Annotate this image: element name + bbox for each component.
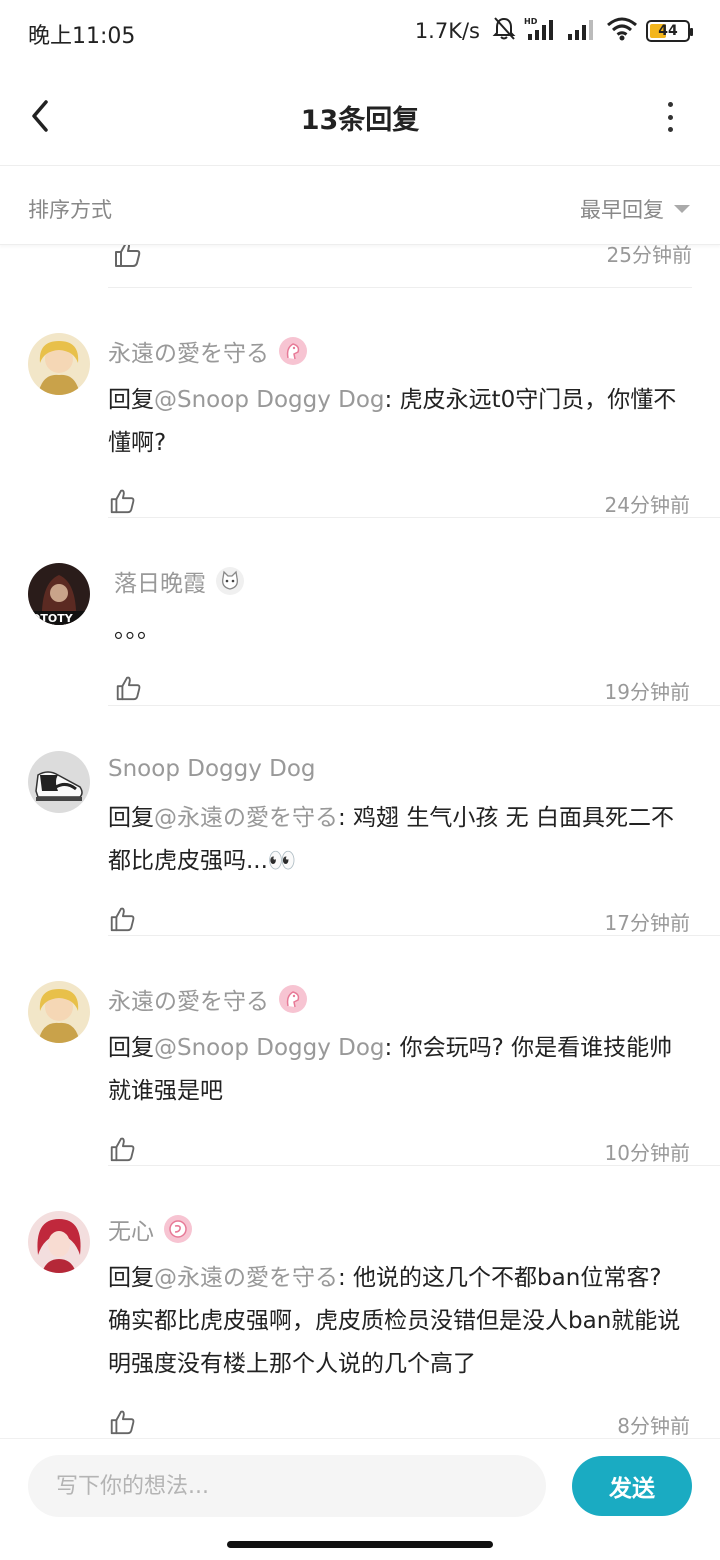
sort-selected-value: 最早回复 xyxy=(580,198,664,222)
more-vertical-icon xyxy=(667,102,673,107)
wifi-icon xyxy=(606,16,638,46)
avatar[interactable] xyxy=(28,333,90,395)
divider xyxy=(108,935,720,936)
mention-link[interactable]: @Snoop Doggy Dog xyxy=(154,1035,385,1061)
thumbs-up-icon[interactable] xyxy=(108,487,136,519)
reply-list[interactable]: 25分钟前 永遠の愛を守る 回复@Snoop Doggy Dog: 虎皮永远t0… xyxy=(0,245,720,1438)
status-icons: 1.7K/s HD 44 xyxy=(414,16,693,46)
hd-signal-icon: HD xyxy=(524,16,558,46)
comment-text: 回复@永遠の愛を守る: 他说的这几个不都ban位常客? 确实都比虎皮强啊，虎皮质… xyxy=(108,1265,681,1377)
sort-label: 排序方式 xyxy=(28,198,112,222)
more-vertical-icon-dot xyxy=(667,114,673,120)
list-item-partial: 25分钟前 xyxy=(108,245,692,288)
svg-text:HD: HD xyxy=(524,17,538,26)
reply-time: 24分钟前 xyxy=(604,493,690,517)
signal-icon xyxy=(566,16,598,46)
comment-text: 回复@Snoop Doggy Dog: 你会玩吗? 你是看谁技能帅就谁强是吧 xyxy=(108,1035,673,1104)
caret-down-icon xyxy=(674,205,690,213)
svg-text:OTOTY: OTOTY xyxy=(31,612,74,625)
reply-time: 10分钟前 xyxy=(604,1141,690,1165)
commenter-name[interactable]: 落日晚霞 xyxy=(114,564,206,598)
network-speed: 1.7K/s xyxy=(414,19,480,43)
avatar[interactable] xyxy=(28,1211,90,1273)
pink-pony-badge-icon xyxy=(279,985,307,1013)
commenter-name[interactable]: 永遠の愛を守る xyxy=(108,334,269,368)
battery-level: 44 xyxy=(658,23,678,39)
home-indicator[interactable] xyxy=(227,1541,493,1548)
reply-time: 25分钟前 xyxy=(606,245,692,267)
mention-link[interactable]: @永遠の愛を守る xyxy=(154,805,338,831)
app-header: 13条回复 xyxy=(0,66,720,166)
more-vertical-icon-dot xyxy=(667,127,673,132)
commenter-name[interactable]: Snoop Doggy Dog xyxy=(108,756,316,782)
status-time: 晚上11:05 xyxy=(28,24,136,49)
sort-bar: 排序方式 最早回复 xyxy=(0,167,720,245)
send-button[interactable]: 发送 xyxy=(572,1456,692,1516)
reply-time: 8分钟前 xyxy=(617,1414,690,1438)
thumbs-up-icon[interactable] xyxy=(108,1135,136,1167)
mention-link[interactable]: @Snoop Doggy Dog xyxy=(154,387,385,413)
thumbs-up-icon[interactable] xyxy=(112,245,142,273)
thumbs-up-icon[interactable] xyxy=(114,674,142,706)
divider xyxy=(108,517,720,518)
comment-text: 回复@Snoop Doggy Dog: 虎皮永远t0守门员，你懂不懂啊? xyxy=(108,387,677,456)
battery-icon: 44 xyxy=(646,20,693,42)
cat-badge-icon xyxy=(216,567,244,595)
avatar[interactable] xyxy=(28,751,90,813)
divider xyxy=(108,1165,720,1166)
mute-bell-icon xyxy=(492,16,516,46)
commenter-name[interactable]: 无心 xyxy=(108,1212,154,1246)
commenter-name[interactable]: 永遠の愛を守る xyxy=(108,982,269,1016)
avatar[interactable] xyxy=(28,981,90,1043)
mention-link[interactable]: @永遠の愛を守る xyxy=(154,1265,338,1291)
page-title: 13条回复 xyxy=(300,105,420,136)
pink-swirl-badge-icon xyxy=(164,1215,192,1243)
reply-time: 19分钟前 xyxy=(604,680,690,704)
comment-text: 回复@永遠の愛を守る: 鸡翅 生气小孩 无 白面具死二不都比虎皮强吗...👀 xyxy=(108,805,674,874)
status-bar: 晚上11:05 1.7K/s HD 44 xyxy=(0,0,720,66)
reply-time: 17分钟前 xyxy=(604,911,690,935)
thumbs-up-icon[interactable] xyxy=(108,1408,136,1438)
more-options-button[interactable] xyxy=(660,102,680,132)
avatar[interactable]: OTOTY xyxy=(28,563,90,625)
pink-pony-badge-icon xyxy=(279,337,307,365)
divider xyxy=(108,705,720,706)
reply-input-bar: 发送 xyxy=(0,1438,720,1533)
comment-text: 。。。 xyxy=(114,617,160,643)
sort-dropdown[interactable]: 最早回复 xyxy=(580,194,690,224)
thumbs-up-icon[interactable] xyxy=(108,905,136,937)
reply-input[interactable] xyxy=(28,1455,546,1517)
